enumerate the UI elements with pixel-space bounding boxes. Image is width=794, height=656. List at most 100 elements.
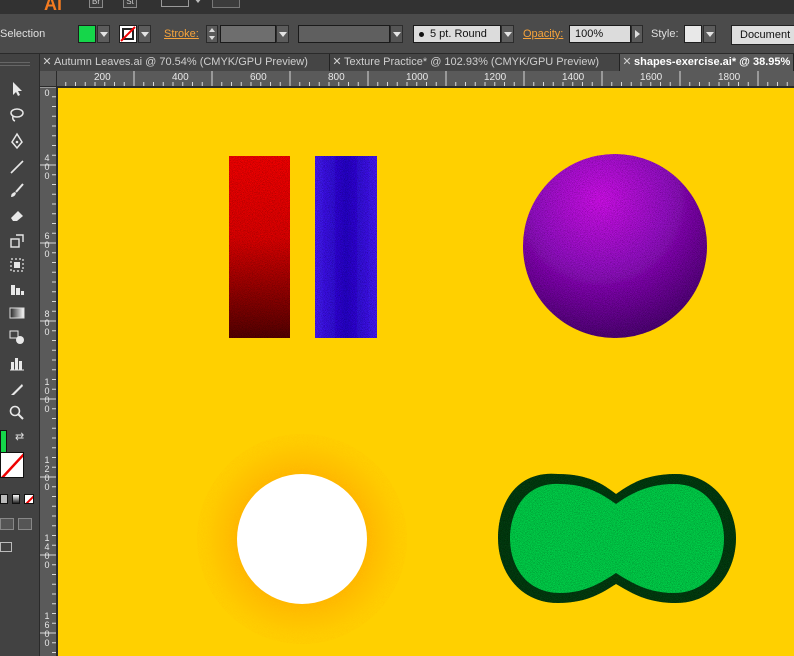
ruler-label: 800: [328, 72, 345, 83]
ruler-label: 1600: [640, 72, 663, 83]
shape-builder-tool[interactable]: [6, 280, 28, 300]
selection-tool[interactable]: [6, 80, 28, 100]
tab-autumn-leaves[interactable]: ✕ Autumn Leaves.ai @ 70.54% (CMYK/GPU Pre…: [40, 54, 330, 71]
bar-graph-icon: [10, 358, 24, 371]
control-bar: Selection Stroke: 5 pt. Round Opacity: 1…: [0, 14, 794, 54]
free-transform-icon: [10, 258, 24, 272]
workspace-layout-icon[interactable]: [161, 0, 189, 7]
ruler-label: 400: [44, 153, 50, 181]
ruler-label: 1800: [718, 72, 741, 83]
lasso-icon: [10, 108, 24, 122]
ruler-label: 1400: [562, 72, 585, 83]
variable-width-dropdown-button[interactable]: [390, 25, 403, 43]
ruler-origin[interactable]: [40, 71, 57, 87]
free-transform-tool[interactable]: [6, 256, 28, 276]
document-tabs: ✕ Autumn Leaves.ai @ 70.54% (CMYK/GPU Pre…: [40, 54, 794, 71]
ruler-label: 1400: [44, 533, 50, 570]
stroke-weight-dropdown-button[interactable]: [276, 25, 289, 43]
magnifier-icon: [9, 405, 24, 420]
fill-color-box[interactable]: [0, 430, 7, 454]
artboard[interactable]: [58, 88, 794, 656]
chevron-down-icon[interactable]: [194, 0, 202, 3]
graphic-style-swatch[interactable]: [684, 25, 702, 43]
purple-sphere[interactable]: [523, 154, 707, 338]
stroke-weight-stepper[interactable]: [206, 25, 218, 43]
eraser-tool[interactable]: [6, 206, 28, 226]
stroke-color-box[interactable]: [0, 452, 24, 478]
tab-shapes-exercise[interactable]: ✕shapes-exercise.ai* @ 38.95% (CMYK/GPU …: [620, 54, 794, 71]
magic-wand-tool[interactable]: [6, 106, 28, 126]
ruler-label: 400: [172, 72, 189, 83]
draw-normal-icon[interactable]: [0, 518, 14, 530]
panel-grip[interactable]: [0, 62, 30, 66]
gradient-icon: [9, 307, 25, 319]
close-icon[interactable]: ✕: [40, 54, 54, 71]
brush-dropdown-button[interactable]: [501, 25, 514, 43]
none-slash-icon: [1, 453, 23, 477]
none-mode-button[interactable]: [24, 494, 34, 504]
gradient-tool[interactable]: [6, 304, 28, 324]
stroke-none-swatch[interactable]: [119, 25, 137, 43]
arrange-documents-icon[interactable]: [212, 0, 240, 8]
variable-width-profile-field[interactable]: [298, 25, 390, 43]
ruler-label: 600: [250, 72, 267, 83]
document-setup-button[interactable]: Document: [731, 25, 794, 45]
horizontal-ruler[interactable]: 200 400 600 800 1000 1200 1400 1600 1800: [40, 71, 794, 87]
ruler-label: 600: [44, 231, 50, 259]
color-mode-button[interactable]: [0, 494, 8, 504]
close-icon[interactable]: ✕: [330, 54, 344, 71]
close-icon[interactable]: ✕: [620, 54, 634, 71]
swap-fill-stroke-icon[interactable]: ⇄: [15, 430, 24, 443]
screen-mode-icon[interactable]: [0, 542, 12, 552]
ruler-label: 1000: [44, 377, 50, 414]
ruler-label: 1200: [44, 455, 50, 492]
style-label: Style:: [651, 28, 679, 40]
opacity-label[interactable]: Opacity:: [523, 28, 563, 40]
paintbrush-tool[interactable]: [6, 182, 28, 202]
line-icon: [10, 160, 24, 174]
blue-purple-gradient-rectangle[interactable]: [315, 156, 377, 338]
green-peanut-shape[interactable]: [498, 473, 736, 603]
rotate-icon: [10, 234, 24, 248]
stock-button[interactable]: St: [123, 0, 137, 8]
blend-icon: [9, 330, 24, 344]
bridge-button[interactable]: Br: [89, 0, 103, 8]
tab-label: shapes-exercise.ai* @ 38.95% (CMYK/GPU P…: [634, 56, 793, 68]
fill-color-swatch[interactable]: [78, 25, 96, 43]
ruler-label: 0: [44, 88, 50, 98]
stroke-weight-field[interactable]: [220, 25, 276, 43]
tab-label: Autumn Leaves.ai @ 70.54% (CMYK/GPU Prev…: [54, 56, 308, 68]
blend-tool[interactable]: [6, 328, 28, 348]
tab-texture-practice[interactable]: ✕ Texture Practice* @ 102.93% (CMYK/GPU P…: [330, 54, 620, 71]
shape-builder-icon: [11, 285, 24, 295]
ruler-label: 1200: [484, 72, 507, 83]
draw-behind-icon[interactable]: [18, 518, 32, 530]
rotate-tool[interactable]: [6, 232, 28, 252]
stroke-label[interactable]: Stroke:: [164, 28, 199, 40]
white-circle: [237, 474, 367, 604]
vertical-ruler[interactable]: 0 400 600 800 1000 1200 1400 1600: [40, 87, 57, 656]
slice-knife-icon: [11, 384, 23, 395]
opacity-slider-button[interactable]: [631, 25, 643, 43]
paintbrush-icon: [11, 183, 24, 197]
line-segment-tool[interactable]: [6, 158, 28, 178]
brush-definition-field[interactable]: 5 pt. Round: [413, 25, 501, 43]
pen-tool[interactable]: [6, 132, 28, 152]
zoom-tool[interactable]: [6, 404, 28, 424]
fill-dropdown-button[interactable]: [97, 25, 110, 43]
selection-label: Selection: [0, 28, 46, 40]
white-circle-orange-glow[interactable]: [194, 431, 410, 647]
graphic-style-dropdown-button[interactable]: [703, 25, 716, 43]
slice-tool[interactable]: [6, 380, 28, 400]
pen-nib-icon: [11, 132, 23, 150]
red-gradient-rectangle[interactable]: [229, 156, 290, 338]
brush-dot-icon: [419, 31, 424, 37]
tools-panel: ⇄: [0, 54, 40, 656]
opacity-field[interactable]: 100%: [569, 25, 631, 43]
eraser-icon: [11, 211, 23, 221]
stroke-color-dropdown-button[interactable]: [138, 25, 151, 43]
ruler-label: 1000: [406, 72, 429, 83]
column-graph-tool[interactable]: [6, 354, 28, 374]
application-bar: Ai Br St: [0, 0, 794, 14]
gradient-mode-button[interactable]: [12, 494, 20, 504]
